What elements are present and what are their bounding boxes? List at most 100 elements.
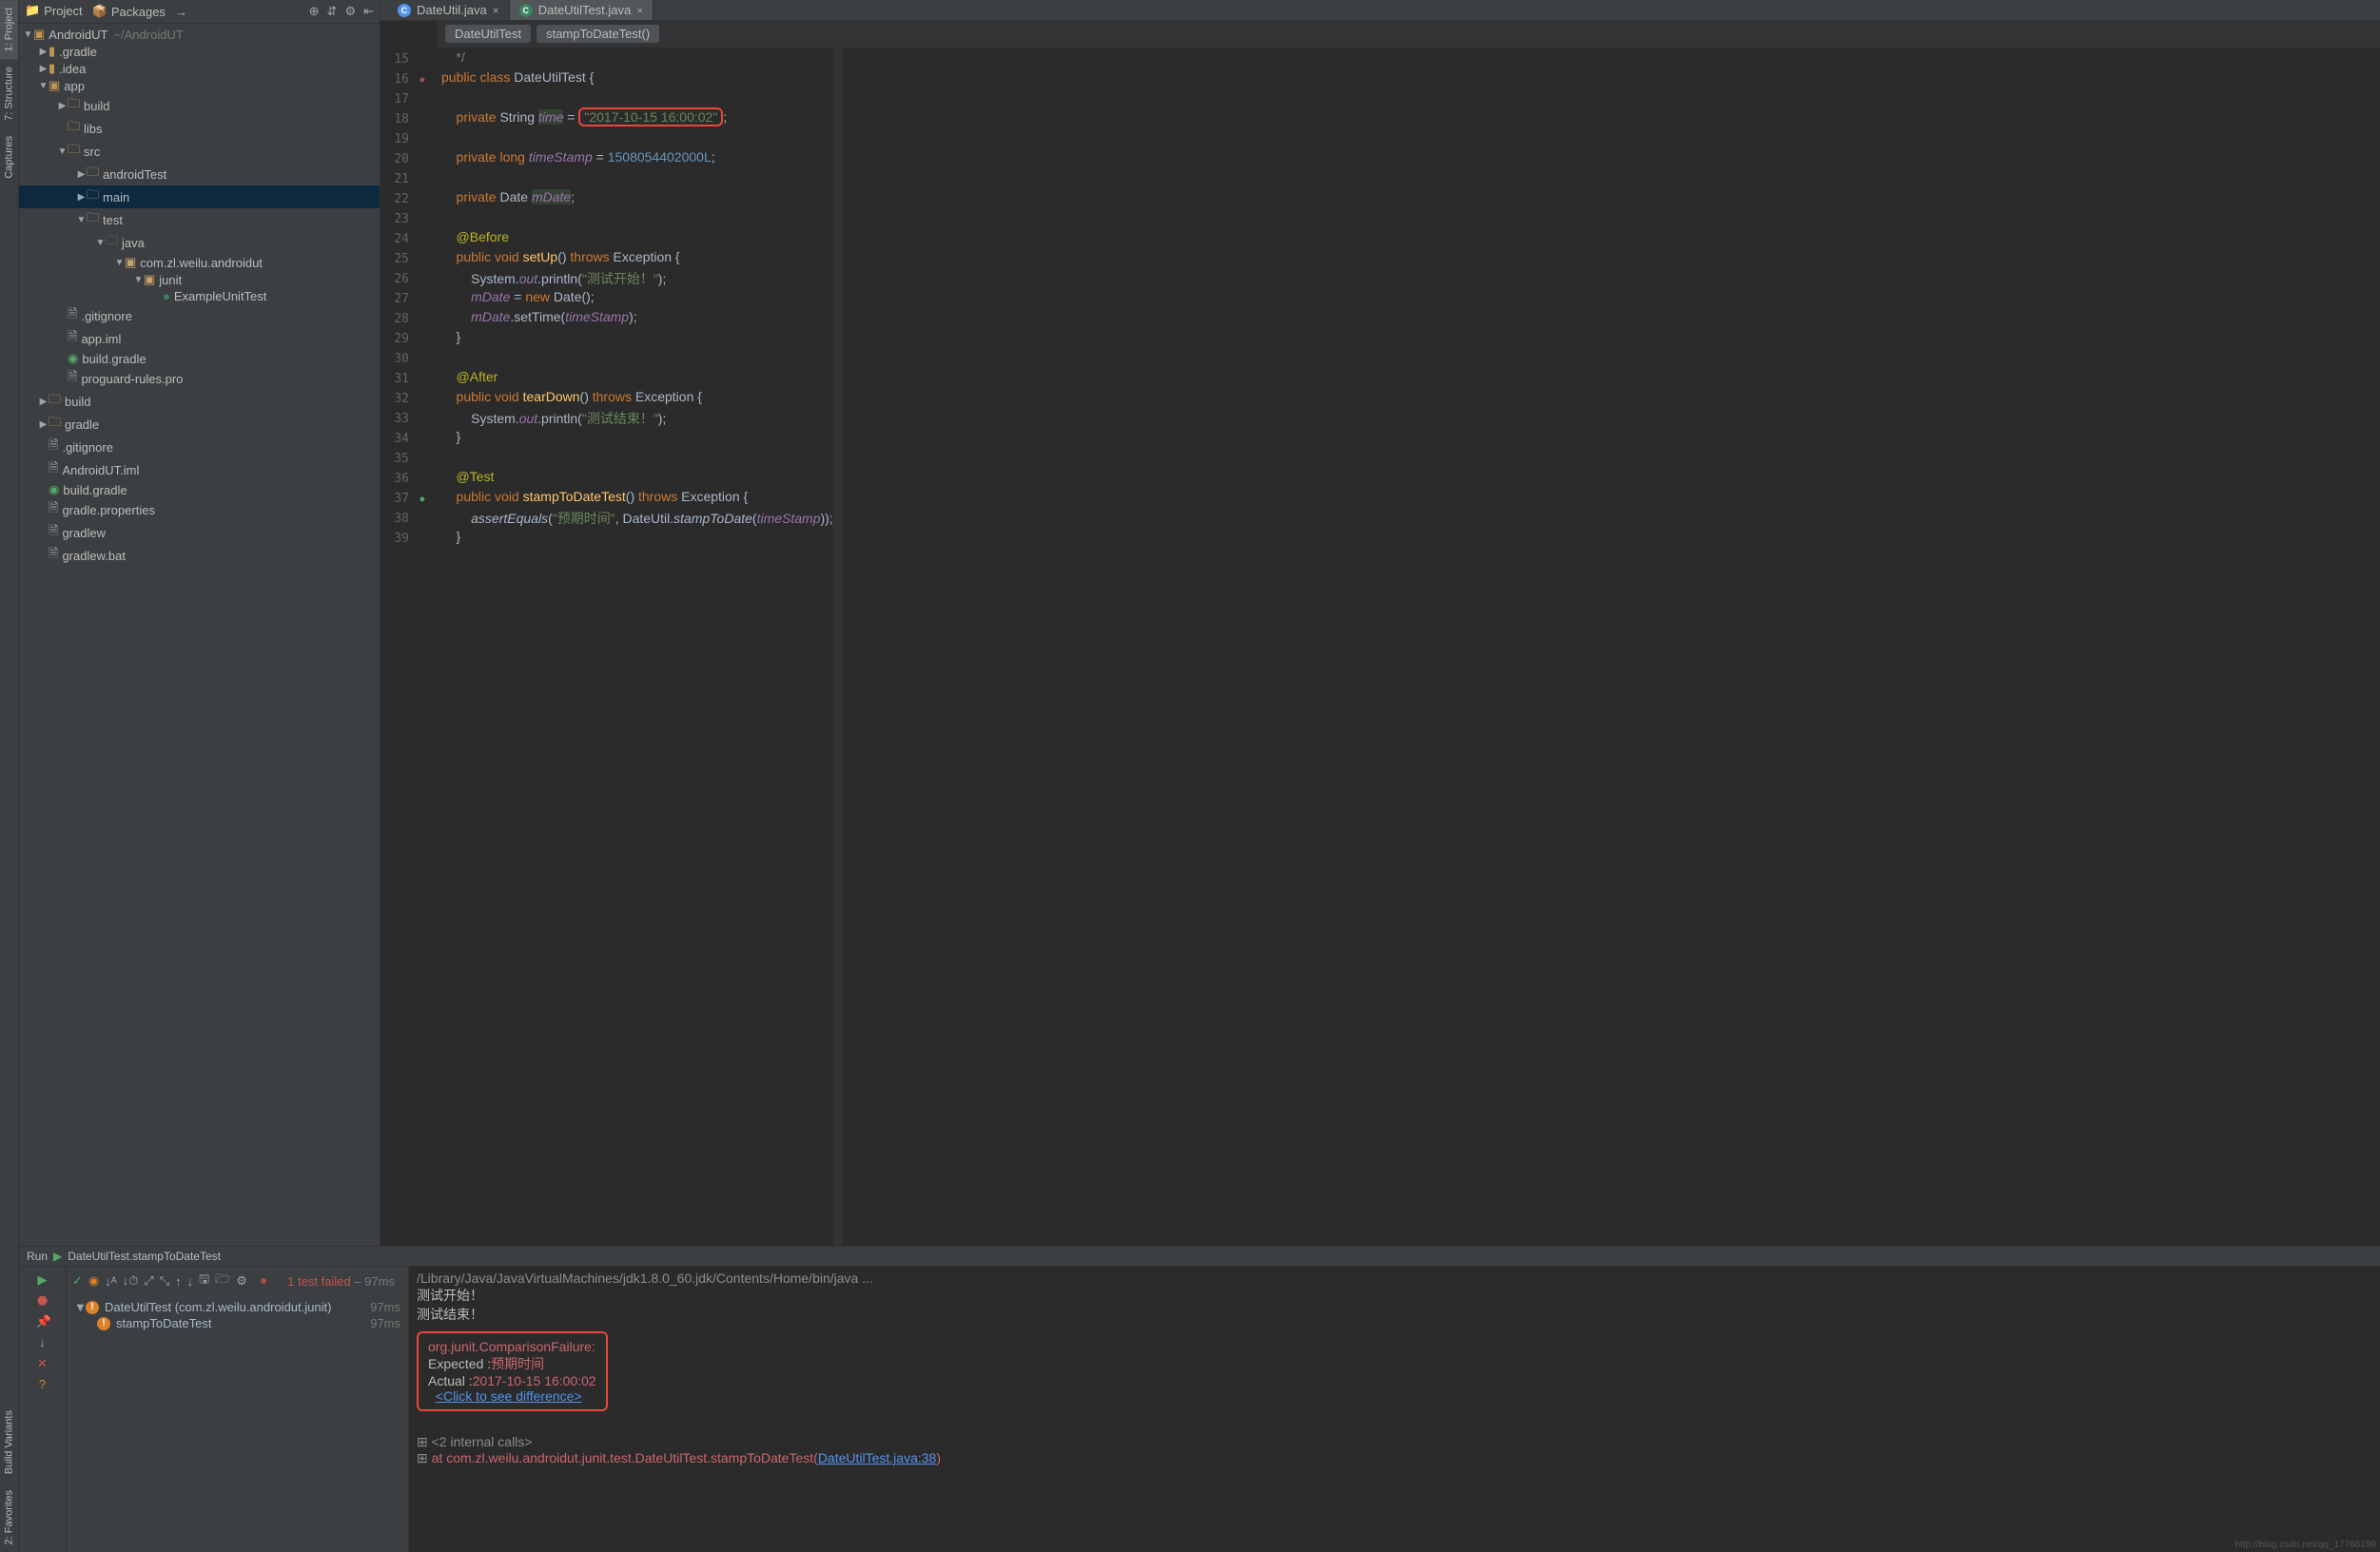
toggle-auto-test-icon[interactable]: ⬣ <box>36 1293 49 1307</box>
line-number[interactable]: 36 <box>380 472 415 486</box>
test-tree[interactable]: ▼!DateUtilTest (com.zl.weilu.androidut.j… <box>67 1295 408 1335</box>
stop-icon[interactable]: ✕ <box>36 1356 49 1369</box>
line-number[interactable]: 32 <box>380 392 415 406</box>
line-number[interactable]: 28 <box>380 312 415 326</box>
folder-icon: ▮ <box>49 61 55 76</box>
project-view-tab[interactable]: 📁 Project <box>25 3 83 20</box>
packages-view-tab[interactable]: 📦 Packages <box>92 4 166 19</box>
test-tree-panel: ✓ ◉ ↓ᴬ ↓⏱ ⤢ ⤡ ↑ ↓ 🖫 🗁 ⚙ 1 test failed – … <box>67 1267 409 1552</box>
chevron-right-icon[interactable]: ▶ <box>38 419 49 430</box>
editor-tab-dateutiltest[interactable]: CDateUtilTest.java× <box>510 0 654 20</box>
line-number[interactable]: 22 <box>380 192 415 206</box>
file-icon: 🗎 <box>49 459 58 480</box>
diff-link[interactable]: <Click to see difference> <box>436 1388 582 1404</box>
chevron-right-icon[interactable]: ▶ <box>38 64 49 74</box>
line-number[interactable]: 29 <box>380 332 415 346</box>
show-ignored-icon[interactable]: ◉ <box>88 1273 99 1289</box>
line-number[interactable]: 30 <box>380 352 415 366</box>
project-root-name[interactable]: AndroidUT <box>49 28 107 42</box>
expand-icon[interactable]: ⊞ <box>417 1450 432 1465</box>
close-icon[interactable]: × <box>493 4 499 17</box>
line-number[interactable]: 23 <box>380 212 415 226</box>
sort-dur-icon[interactable]: ↓⏱ <box>123 1273 139 1289</box>
chevron-down-icon[interactable]: ▼ <box>74 1300 86 1314</box>
export-icon[interactable]: 🖫 <box>199 1271 209 1291</box>
collapse-all-icon[interactable]: ⇵ <box>327 4 338 19</box>
line-number[interactable]: 31 <box>380 372 415 386</box>
folder-icon: 🗀 <box>49 414 61 435</box>
show-passed-icon[interactable]: ✓ <box>72 1273 83 1289</box>
line-number[interactable]: 15 <box>380 52 415 67</box>
line-number[interactable]: 20 <box>380 152 415 166</box>
close-icon[interactable]: × <box>636 4 643 17</box>
line-number[interactable]: 17 <box>380 92 415 107</box>
console-java-path: /Library/Java/JavaVirtualMachines/jdk1.8… <box>417 1271 2372 1286</box>
side-tab-build-variants[interactable]: Build Variants <box>0 1403 18 1482</box>
line-number[interactable]: 25 <box>380 252 415 266</box>
scroll-from-source-icon[interactable]: ⊕ <box>309 4 320 19</box>
gutter-run-icon[interactable]: ● <box>415 74 430 86</box>
chevron-right-icon[interactable]: ▶ <box>38 397 49 407</box>
test-toolbar: ✓ ◉ ↓ᴬ ↓⏱ ⤢ ⤡ ↑ ↓ 🖫 🗁 ⚙ 1 test failed – … <box>67 1267 408 1295</box>
project-tree[interactable]: ▼▣AndroidUT~/AndroidUT ▶▮.gradle ▶▮.idea… <box>19 24 380 1246</box>
line-number[interactable]: 27 <box>380 292 415 306</box>
line-number[interactable]: 21 <box>380 172 415 186</box>
line-number[interactable]: 16 <box>380 72 415 87</box>
down-icon[interactable]: ↓ <box>36 1335 49 1348</box>
expand-icon[interactable]: ⤢ <box>144 1273 153 1289</box>
side-tab-project[interactable]: 1: Project <box>0 0 18 59</box>
breadcrumb-method[interactable]: stampToDateTest() <box>536 25 659 43</box>
chevron-down-icon[interactable]: ▼ <box>57 146 68 157</box>
line-number[interactable]: 37 <box>380 492 415 506</box>
line-number[interactable]: 19 <box>380 132 415 146</box>
line-number[interactable]: 38 <box>380 512 415 526</box>
folder-icon: 🗀 <box>68 141 80 162</box>
import-icon[interactable]: 🗁 <box>215 1271 230 1291</box>
line-number[interactable]: 33 <box>380 412 415 426</box>
chevron-right-icon[interactable]: ▶ <box>57 101 68 111</box>
chevron-right-icon[interactable]: ▶ <box>38 47 49 57</box>
hide-icon[interactable]: ⇤ <box>363 4 374 19</box>
code-editor[interactable]: 1516●17181920212223242526272829303132333… <box>380 48 2380 1246</box>
chevron-right-icon[interactable]: ▶ <box>76 169 87 180</box>
gutter-run-icon[interactable]: ● <box>415 494 430 505</box>
chevron-down-icon[interactable]: ▼ <box>95 238 106 248</box>
line-number[interactable]: 18 <box>380 112 415 126</box>
error-stripe[interactable] <box>833 48 843 1246</box>
chevron-down-icon[interactable]: ▼ <box>38 81 49 91</box>
chevron-down-icon[interactable]: ▼ <box>76 215 87 225</box>
module-icon: ▣ <box>49 78 60 93</box>
line-number[interactable]: 24 <box>380 232 415 246</box>
folder-icon: 🗀 <box>87 164 99 184</box>
line-number[interactable]: 35 <box>380 452 415 466</box>
collapse-icon[interactable]: ⤡ <box>160 1273 169 1289</box>
settings-gear-icon[interactable]: ⚙ <box>344 4 356 19</box>
line-number[interactable]: 34 <box>380 432 415 446</box>
expand-icon[interactable]: ⊞ <box>417 1434 432 1449</box>
failed-icon: ! <box>97 1317 110 1330</box>
run-config-name[interactable]: DateUtilTest.stampToDateTest <box>68 1250 221 1263</box>
line-number[interactable]: 26 <box>380 272 415 286</box>
rerun-icon[interactable]: ▶ <box>36 1272 49 1286</box>
chevron-right-icon[interactable]: ▶ <box>76 192 87 203</box>
side-tab-structure[interactable]: 7: Structure <box>0 59 18 128</box>
pin-icon[interactable]: 📌 <box>36 1314 49 1328</box>
editor-tab-dateutil[interactable]: CDateUtil.java× <box>388 0 510 20</box>
run-left-toolbar: ▶ ⬣ 📌 ↓ ✕ ? <box>19 1267 67 1552</box>
prev-fail-icon[interactable]: ↑ <box>175 1274 182 1289</box>
line-number[interactable]: 39 <box>380 532 415 546</box>
console-output[interactable]: /Library/Java/JavaVirtualMachines/jdk1.8… <box>409 1267 2380 1552</box>
breadcrumb-class[interactable]: DateUtilTest <box>445 25 531 43</box>
settings-icon[interactable]: ⚙ <box>236 1273 247 1289</box>
chevron-down-icon[interactable]: ▼ <box>23 29 33 40</box>
sort-icon[interactable]: ↓ᴬ <box>105 1274 116 1289</box>
code-content[interactable]: */ public class DateUtilTest { private S… <box>441 48 833 1246</box>
help-icon[interactable]: ? <box>36 1377 49 1390</box>
chevron-down-icon[interactable]: ▼ <box>133 275 144 285</box>
arrow-right-icon[interactable]: → <box>175 5 187 19</box>
chevron-down-icon[interactable]: ▼ <box>114 258 125 268</box>
next-fail-icon[interactable]: ↓ <box>187 1274 194 1289</box>
side-tab-favorites[interactable]: 2: Favorites <box>0 1483 18 1552</box>
stack-link[interactable]: DateUtilTest.java:38 <box>818 1450 937 1465</box>
side-tab-captures[interactable]: Captures <box>0 128 18 186</box>
